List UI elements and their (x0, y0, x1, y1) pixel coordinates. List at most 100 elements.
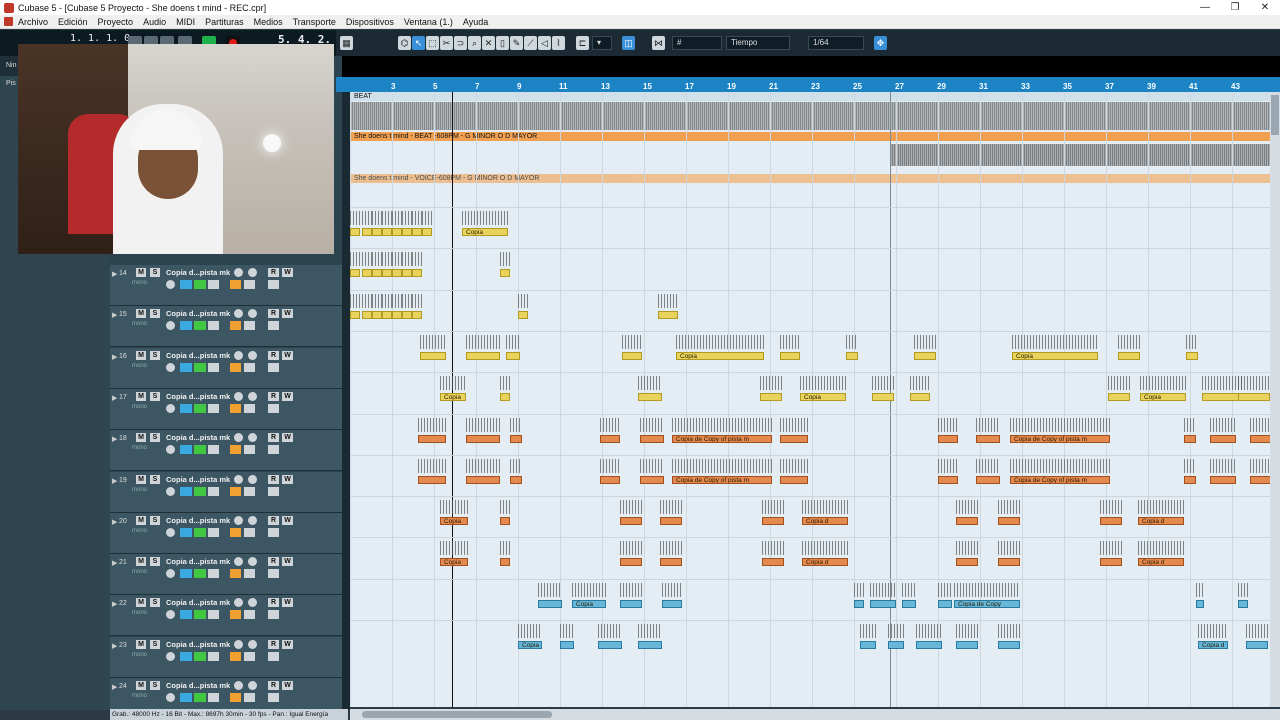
audio-event[interactable] (938, 434, 958, 443)
audio-event[interactable] (600, 434, 620, 443)
solo-button[interactable]: S (150, 515, 160, 525)
freeze-icon[interactable] (244, 486, 255, 496)
audio-event[interactable] (350, 269, 360, 278)
audio-event[interactable] (600, 475, 620, 484)
audio-event[interactable]: Copia d (1138, 517, 1184, 526)
horizontal-scroll-thumb[interactable] (362, 711, 552, 718)
record-enable-icon[interactable] (234, 557, 243, 567)
audio-event[interactable]: Copia de Copy (954, 599, 1020, 608)
audio-event[interactable]: Copia (518, 641, 542, 649)
mute-button[interactable]: M (136, 309, 146, 319)
record-enable-icon[interactable] (234, 268, 243, 277)
audio-event[interactable] (902, 599, 916, 608)
lock-icon[interactable] (194, 445, 206, 455)
audio-event[interactable] (1250, 475, 1270, 484)
lock-icon[interactable] (194, 321, 206, 331)
maximize-button[interactable]: ❐ (1220, 0, 1250, 15)
audio-event[interactable]: Copia (440, 558, 468, 567)
read-automation-button[interactable]: R (268, 474, 279, 484)
audio-event[interactable] (1202, 393, 1242, 402)
mute-button[interactable]: M (136, 557, 146, 567)
track-name[interactable]: Copia d...pista mk (166, 475, 230, 484)
timeline-ruler[interactable]: 3 5 7 9 11 13 15 17 19 21 23 25 27 29 31 33 35 37 39 41 43 (336, 77, 1280, 92)
snap-mode-dropdown[interactable]: ▾ (592, 36, 612, 50)
menu-dispositivos[interactable]: Dispositivos (346, 17, 394, 27)
audio-event[interactable] (998, 641, 1020, 649)
insert-icon[interactable] (268, 569, 279, 579)
edit-channel-icon[interactable] (166, 362, 175, 372)
freeze-icon[interactable] (244, 445, 255, 455)
read-automation-button[interactable]: R (268, 433, 279, 443)
edit-channel-icon[interactable] (166, 403, 175, 413)
expand-icon[interactable]: ▶ (112, 600, 117, 608)
audio-event[interactable] (870, 599, 896, 608)
read-automation-button[interactable]: R (268, 598, 279, 608)
edit-channel-icon[interactable] (166, 610, 175, 620)
track-header[interactable]: ▶ 17 M S Copia d...pista mk R Wmono (110, 388, 342, 430)
menu-partituras[interactable]: Partituras (205, 17, 244, 27)
mute-button[interactable]: M (136, 474, 146, 484)
read-automation-button[interactable]: R (268, 268, 279, 277)
track-name[interactable]: Copia d...pista mk (166, 392, 230, 401)
timebase-icon[interactable] (208, 693, 219, 702)
insert-icon[interactable] (268, 693, 279, 702)
lock-icon[interactable] (194, 651, 206, 661)
audio-event[interactable] (1238, 393, 1270, 402)
audio-event[interactable] (518, 310, 528, 319)
insert-icon[interactable] (268, 403, 279, 413)
quantize-dropdown[interactable]: 1/64 (808, 36, 864, 50)
audio-event[interactable]: Copia de Copy of pista m (672, 475, 772, 484)
folder-icon[interactable] (230, 569, 241, 579)
edit-channel-icon[interactable] (166, 280, 175, 289)
expand-icon[interactable]: ▶ (112, 683, 117, 691)
solo-button[interactable]: S (150, 557, 160, 567)
audio-event[interactable] (418, 475, 446, 484)
freeze-icon[interactable] (244, 321, 255, 331)
audio-event[interactable] (402, 228, 412, 236)
folder-icon[interactable] (230, 362, 241, 372)
audio-event[interactable] (620, 517, 642, 526)
lock-icon[interactable] (194, 693, 206, 702)
constrain-icon[interactable]: ⌬ (398, 36, 411, 50)
audio-event[interactable] (956, 517, 978, 526)
audio-event[interactable]: Copia (440, 393, 466, 402)
audio-event[interactable] (350, 228, 360, 236)
audio-event[interactable] (860, 641, 876, 649)
grid-type-dropdown[interactable]: Tiempo (726, 36, 790, 50)
solo-button[interactable]: S (150, 268, 160, 277)
audio-event[interactable] (500, 269, 510, 278)
record-enable-icon[interactable] (234, 309, 243, 319)
lane-icon[interactable] (180, 569, 192, 579)
lock-icon[interactable] (194, 610, 206, 620)
audio-event[interactable] (662, 599, 682, 608)
monitor-icon[interactable] (248, 309, 257, 319)
audio-event[interactable]: Copia (1012, 351, 1098, 360)
audio-event[interactable] (762, 558, 784, 567)
expand-icon[interactable]: ▶ (112, 270, 117, 278)
write-automation-button[interactable]: W (282, 681, 293, 690)
lane-icon[interactable] (180, 651, 192, 661)
edit-channel-icon[interactable] (166, 486, 175, 496)
audio-event[interactable] (506, 351, 520, 360)
freeze-icon[interactable] (244, 362, 255, 372)
track-name[interactable]: Copia d...pista mk (166, 557, 230, 566)
audio-event[interactable] (660, 558, 682, 567)
insert-icon[interactable] (268, 280, 279, 289)
audio-event[interactable] (956, 558, 978, 567)
menu-edicion[interactable]: Edición (58, 17, 88, 27)
menu-proyecto[interactable]: Proyecto (98, 17, 134, 27)
audio-event[interactable] (362, 269, 372, 278)
insert-icon[interactable] (268, 445, 279, 455)
timebase-icon[interactable] (208, 569, 219, 579)
audio-event[interactable] (372, 310, 382, 319)
track-header[interactable]: ▶ 21 M S Copia d...pista mk R Wmono (110, 554, 342, 596)
monitor-icon[interactable] (248, 598, 257, 608)
audio-event[interactable] (916, 641, 942, 649)
audio-event[interactable] (418, 434, 446, 443)
monitor-icon[interactable] (248, 350, 257, 360)
mute-button[interactable]: M (136, 391, 146, 401)
record-enable-icon[interactable] (234, 639, 243, 649)
timebase-icon[interactable] (208, 610, 219, 620)
monitor-icon[interactable] (248, 391, 257, 401)
track-header[interactable]: ▶ 23 M S Copia d...pista mk R Wmono (110, 636, 342, 678)
